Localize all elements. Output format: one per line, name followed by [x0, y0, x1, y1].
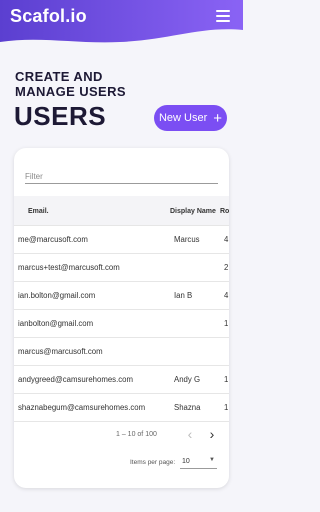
table-row[interactable]: marcus+test@marcusoft.com 2: [14, 254, 229, 282]
cell-role: 1: [224, 403, 229, 412]
cell-display-name: Shazna: [174, 403, 201, 412]
cell-email: ianbolton@gmail.com: [18, 319, 94, 328]
cell-role: 1: [224, 319, 229, 328]
cell-role: 1: [224, 375, 229, 384]
cell-role: 4: [224, 291, 229, 300]
page-subtitle-line-2: MANAGE USERS: [15, 84, 126, 99]
table-row[interactable]: ian.bolton@gmail.com Ian B 4: [14, 282, 229, 310]
cell-email: marcus+test@marcusoft.com: [18, 263, 120, 272]
column-header-display-name[interactable]: Display Name: [170, 208, 216, 215]
new-user-button[interactable]: New User +: [154, 105, 227, 131]
cell-display-name: Ian B: [174, 291, 193, 300]
hamburger-icon[interactable]: [216, 10, 233, 22]
page-subtitle: CREATE AND MANAGE USERS: [15, 69, 126, 99]
column-header-email[interactable]: Email.: [28, 208, 49, 215]
cell-display-name: Marcus: [174, 235, 200, 244]
app-logo[interactable]: Scafol.io: [10, 6, 87, 27]
filter-input[interactable]: [25, 167, 218, 181]
filter-field[interactable]: [25, 166, 218, 184]
cell-email: marcus@marcusoft.com: [18, 347, 103, 356]
cell-role: 2: [224, 263, 229, 272]
caret-down-icon: ▼: [209, 457, 215, 463]
items-per-page-value: 10: [182, 458, 190, 465]
page-subtitle-line-1: CREATE AND: [15, 69, 103, 84]
table-row[interactable]: marcus@marcusoft.com: [14, 338, 229, 366]
cell-email: andygreed@camsurehomes.com: [18, 375, 133, 384]
paginator: 1 – 10 of 100 ‹ ›: [14, 421, 229, 451]
chevron-right-icon[interactable]: ›: [204, 426, 220, 442]
table-row[interactable]: andygreed@camsurehomes.com Andy G 1: [14, 366, 229, 394]
column-header-role[interactable]: Ro: [220, 208, 229, 215]
plus-icon: +: [213, 109, 223, 127]
items-per-page: Items per page: 10 ▼: [14, 453, 229, 473]
page-title: USERS: [14, 101, 107, 131]
items-per-page-select[interactable]: 10 ▼: [180, 454, 217, 469]
new-user-button-label: New User: [158, 112, 208, 124]
cell-email: me@marcusoft.com: [18, 235, 88, 244]
cell-display-name: Andy G: [174, 375, 201, 384]
pagination-range: 1 – 10 of 100: [116, 431, 157, 438]
chevron-left-icon[interactable]: ‹: [182, 426, 198, 442]
table-body: me@marcusoft.com Marcus 4 marcus+test@ma…: [14, 226, 229, 422]
table-row[interactable]: me@marcusoft.com Marcus 4: [14, 226, 229, 254]
table-header: Email. Display Name Ro: [14, 196, 229, 226]
app-header: Scafol.io: [0, 0, 243, 48]
table-row[interactable]: shaznabegum@camsurehomes.com Shazna 1: [14, 394, 229, 422]
cell-email: ian.bolton@gmail.com: [18, 291, 96, 300]
items-per-page-label: Items per page:: [130, 459, 176, 466]
users-table-card: Email. Display Name Ro me@marcusoft.com …: [14, 148, 229, 488]
cell-email: shaznabegum@camsurehomes.com: [18, 403, 146, 412]
table-row[interactable]: ianbolton@gmail.com 1: [14, 310, 229, 338]
cell-role: 4: [224, 235, 229, 244]
